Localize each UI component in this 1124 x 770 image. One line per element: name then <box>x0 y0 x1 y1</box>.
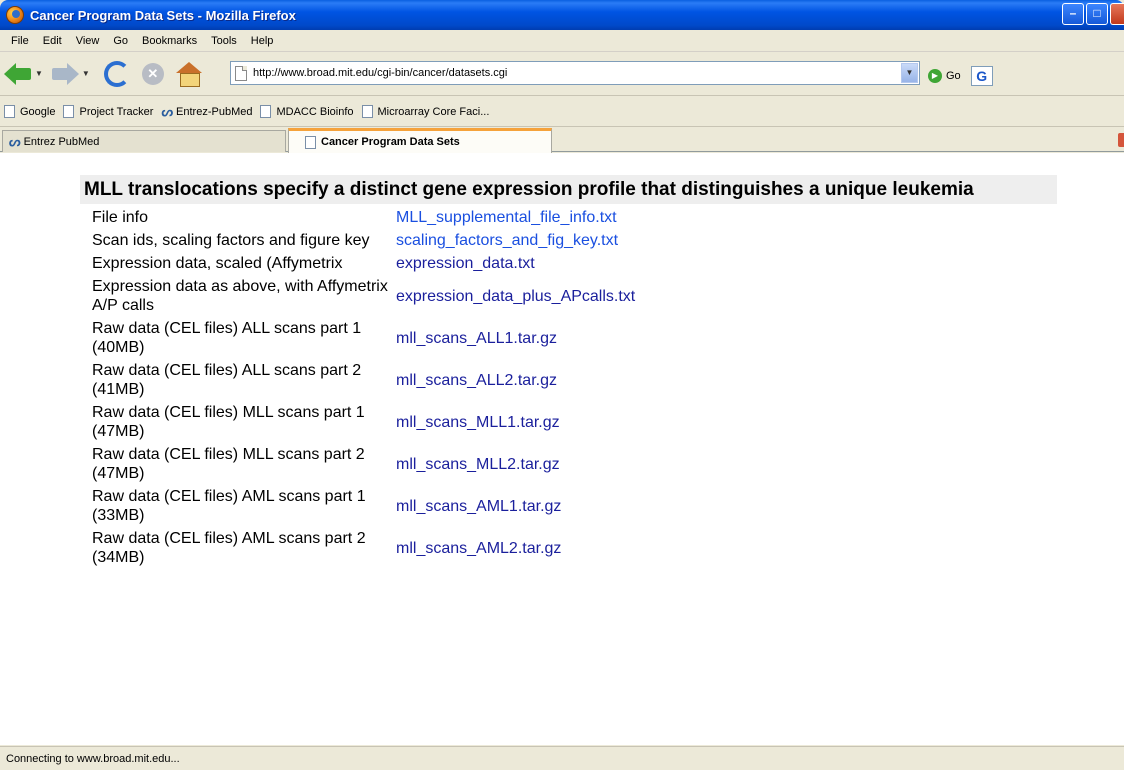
row-label: Raw data (CEL files) MLL scans part 1 (4… <box>92 404 365 440</box>
google-search-icon[interactable]: G <box>970 66 993 86</box>
title-bar[interactable]: Cancer Program Data Sets - Mozilla Firef… <box>0 0 1124 30</box>
row-label: Expression data, scaled (Affymetrix <box>92 255 343 272</box>
file-link[interactable]: mll_scans_AML1.tar.gz <box>396 498 561 515</box>
forward-arrow-icon <box>51 62 79 85</box>
close-tab-icon[interactable] <box>1118 133 1124 147</box>
tab-entrez-pubmed[interactable]: ᔕ Entrez PubMed <box>2 130 286 152</box>
table-row: Raw data (CEL files) AML scans part 2 (3… <box>92 527 635 569</box>
bookmark-microarray-core[interactable]: Microarray Core Faci... <box>361 105 490 118</box>
table-row: Expression data as above, with Affymetri… <box>92 275 635 317</box>
bookmark-label: Google <box>20 105 56 118</box>
stop-icon[interactable]: ✕ <box>141 62 164 85</box>
url-input[interactable]: http://www.broad.mit.edu/cgi-bin/cancer/… <box>253 67 901 79</box>
page-content: MLL translocations specify a distinct ge… <box>0 153 1124 745</box>
reload-icon[interactable] <box>103 60 130 87</box>
file-link[interactable]: mll_scans_ALL2.tar.gz <box>396 372 557 389</box>
bookmark-label: MDACC Bioinfo <box>276 105 354 118</box>
table-row: File info MLL_supplemental_file_info.txt <box>92 206 635 229</box>
forward-button[interactable]: ▼ <box>51 58 94 90</box>
minimize-button[interactable]: – <box>1062 3 1084 25</box>
bookmark-entrez-pubmed[interactable]: ᔕ Entrez-PubMed <box>161 104 252 120</box>
file-link[interactable]: scaling_factors_and_fig_key.txt <box>396 232 618 249</box>
status-text: Connecting to www.broad.mit.edu... <box>6 752 180 765</box>
row-label: File info <box>92 209 149 226</box>
tab-cancer-program-data-sets[interactable]: Cancer Program Data Sets <box>288 128 552 153</box>
menu-tools[interactable]: Tools <box>204 35 244 47</box>
row-label: Raw data (CEL files) ALL scans part 2 (4… <box>92 362 362 398</box>
close-button[interactable] <box>1110 3 1124 25</box>
page-icon <box>305 135 316 149</box>
row-label: Raw data (CEL files) ALL scans part 1 (4… <box>92 320 362 356</box>
go-button[interactable]: Go <box>946 70 961 82</box>
table-row: Raw data (CEL files) MLL scans part 2 (4… <box>92 443 635 485</box>
bookmark-label: Microarray Core Faci... <box>377 105 490 118</box>
back-button[interactable]: ▼ <box>4 58 47 90</box>
go-area: ▶ Go G <box>928 66 993 86</box>
page-icon <box>260 105 272 118</box>
menu-bar: File Edit View Go Bookmarks Tools Help <box>0 30 1124 52</box>
back-arrow-icon <box>4 62 32 85</box>
file-table: File info MLL_supplemental_file_info.txt… <box>92 206 635 569</box>
page-icon <box>235 65 247 81</box>
go-icon[interactable]: ▶ <box>928 69 942 83</box>
forward-history-dropdown-icon[interactable]: ▼ <box>82 69 90 78</box>
file-link[interactable]: mll_scans_MLL1.tar.gz <box>396 414 560 431</box>
row-label: Expression data as above, with Affymetri… <box>92 278 388 314</box>
tab-bar: ᔕ Entrez PubMed Cancer Program Data Sets <box>0 128 1124 153</box>
navigation-toolbar: ▼ ▼ ✕ http://www.broad.mit.edu/cgi-bin/c… <box>0 52 1124 96</box>
window-title: Cancer Program Data Sets - Mozilla Firef… <box>30 7 296 23</box>
address-bar[interactable]: http://www.broad.mit.edu/cgi-bin/cancer/… <box>230 61 920 85</box>
table-row: Expression data, scaled (Affymetrix expr… <box>92 252 635 275</box>
bookmark-mdacc-bioinfo[interactable]: MDACC Bioinfo <box>260 105 354 118</box>
file-link[interactable]: mll_scans_ALL1.tar.gz <box>396 330 557 347</box>
row-label: Raw data (CEL files) AML scans part 1 (3… <box>92 488 366 524</box>
menu-bookmarks[interactable]: Bookmarks <box>135 35 204 47</box>
bookmarks-toolbar: Google Project Tracker ᔕ Entrez-PubMed M… <box>0 97 1124 127</box>
window-controls: – □ <box>1060 3 1124 25</box>
file-link[interactable]: MLL_supplemental_file_info.txt <box>396 209 617 226</box>
table-row: Raw data (CEL files) MLL scans part 1 (4… <box>92 401 635 443</box>
table-row: Raw data (CEL files) AML scans part 1 (3… <box>92 485 635 527</box>
bookmark-label: Project Tracker <box>79 105 154 118</box>
file-link[interactable]: mll_scans_AML2.tar.gz <box>396 540 561 557</box>
row-label: Scan ids, scaling factors and figure key <box>92 232 370 249</box>
menu-help[interactable]: Help <box>244 35 281 47</box>
file-link[interactable]: expression_data.txt <box>396 255 535 272</box>
page-icon <box>4 105 15 118</box>
bookmark-project-tracker[interactable]: Project Tracker <box>63 105 153 118</box>
table-row: Raw data (CEL files) ALL scans part 1 (4… <box>92 317 635 359</box>
file-link[interactable]: expression_data_plus_APcalls.txt <box>396 288 635 305</box>
bookmark-google[interactable]: Google <box>4 105 55 118</box>
menu-edit[interactable]: Edit <box>36 35 69 47</box>
home-icon[interactable] <box>175 61 202 87</box>
url-dropdown-button[interactable]: ▼ <box>901 63 918 83</box>
tab-label: Cancer Program Data Sets <box>321 136 460 148</box>
status-bar: Connecting to www.broad.mit.edu... <box>0 746 1124 770</box>
table-row: Raw data (CEL files) ALL scans part 2 (4… <box>92 359 635 401</box>
menu-go[interactable]: Go <box>106 35 135 47</box>
table-row: Scan ids, scaling factors and figure key… <box>92 229 635 252</box>
page-icon <box>63 105 75 118</box>
helix-icon: ᔕ <box>161 103 174 119</box>
tab-label: Entrez PubMed <box>23 135 100 148</box>
menu-view[interactable]: View <box>69 35 107 47</box>
back-history-dropdown-icon[interactable]: ▼ <box>35 69 43 78</box>
row-label: Raw data (CEL files) MLL scans part 2 (4… <box>92 446 365 482</box>
maximize-button[interactable]: □ <box>1086 3 1108 25</box>
bookmark-label: Entrez-PubMed <box>176 105 253 118</box>
helix-icon: ᔕ <box>9 133 21 149</box>
firefox-icon <box>6 6 24 24</box>
row-label: Raw data (CEL files) AML scans part 2 (3… <box>92 530 366 566</box>
page-title: MLL translocations specify a distinct ge… <box>80 175 1057 204</box>
menu-file[interactable]: File <box>4 35 36 47</box>
page-icon <box>361 105 373 118</box>
file-link[interactable]: mll_scans_MLL2.tar.gz <box>396 456 560 473</box>
